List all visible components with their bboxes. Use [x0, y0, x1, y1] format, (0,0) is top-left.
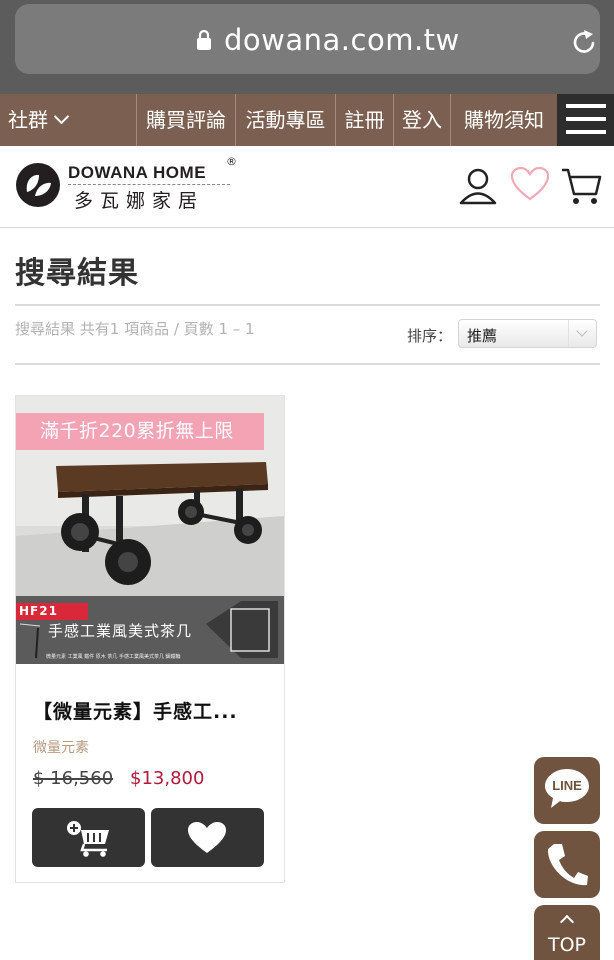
line-label: LINE: [552, 778, 582, 793]
product-code-badge: HF21: [16, 603, 88, 620]
sort-selected-value: 推薦: [467, 327, 498, 345]
top-label: TOP: [547, 934, 587, 956]
add-to-cart-icon: [67, 821, 109, 857]
reload-icon[interactable]: [571, 28, 597, 56]
chevron-down-icon: [568, 320, 596, 347]
sort-label: 排序：: [407, 327, 453, 345]
nav-item-events[interactable]: 活動專區: [235, 94, 335, 146]
price-original: $ 16,560: [33, 768, 114, 789]
logo-divider: [68, 184, 230, 185]
account-icon[interactable]: [458, 166, 498, 206]
sort-select[interactable]: 推薦: [458, 319, 597, 348]
nav-item-register[interactable]: 註冊: [335, 94, 393, 146]
phone-button[interactable]: [534, 831, 600, 898]
wishlist-heart-icon[interactable]: [510, 166, 550, 202]
divider: [15, 363, 600, 365]
chevron-down-icon: [53, 108, 70, 125]
hamburger-menu-icon[interactable]: [557, 94, 614, 146]
product-brand[interactable]: 微量元素: [33, 737, 89, 757]
address-bar[interactable]: dowana.com.tw: [15, 4, 600, 74]
add-to-cart-button[interactable]: [32, 808, 145, 867]
logo-leaf-icon[interactable]: [15, 162, 61, 208]
price-sale: $13,800: [130, 768, 205, 789]
nav-item-shopping-guide[interactable]: 購物須知: [450, 94, 557, 146]
image-caption: 手感工業風美式茶几: [48, 622, 193, 640]
product-image[interactable]: 滿千折220累折無上限 HF21 手感工業風美式茶几 微量元素 工業風 鐵件 原…: [16, 396, 284, 664]
site-header: DOWANA HOME ® 多瓦娜家居: [0, 146, 614, 228]
logo-text-en[interactable]: DOWANA HOME: [68, 163, 206, 183]
nav-social-label: 社群: [8, 108, 48, 132]
heart-icon: [188, 822, 226, 853]
nav-item-reviews[interactable]: 購買評論: [136, 94, 235, 146]
page-title: 搜尋結果: [15, 256, 139, 291]
results-info: 搜尋結果 共有1 項商品 / 頁數 1 – 1: [15, 320, 255, 338]
lock-icon: [197, 29, 211, 50]
cart-icon[interactable]: [560, 166, 602, 206]
line-button[interactable]: LINE: [534, 757, 600, 824]
logo-text-zh[interactable]: 多瓦娜家居: [74, 186, 204, 213]
wishlist-button[interactable]: [151, 808, 264, 867]
phone-icon: [547, 844, 588, 886]
product-card[interactable]: 滿千折220累折無上限 HF21 手感工業風美式茶几 微量元素 工業風 鐵件 原…: [15, 395, 285, 883]
browser-toolbar: dowana.com.tw: [0, 0, 614, 94]
url-text: dowana.com.tw: [224, 23, 460, 57]
nav-item-login[interactable]: 登入: [393, 94, 450, 146]
promo-banner: 滿千折220累折無上限: [16, 413, 264, 450]
logo-registered-mark: ®: [226, 155, 237, 168]
top-nav: 社群 購買評論 活動專區 註冊 登入 購物須知: [0, 94, 614, 146]
mobile-page: dowana.com.tw 社群 購買評論 活動專區 註冊 登入 購物須知 DO…: [0, 0, 614, 960]
image-fine-print: 微量元素 工業風 鐵件 原木 茶几 手感工業風美式茶几 鑄鐵輪: [46, 654, 181, 660]
chevron-up-icon: [559, 914, 575, 930]
divider: [15, 304, 600, 306]
product-name[interactable]: 【微量元素】手感工...: [33, 697, 238, 724]
nav-social-dropdown[interactable]: 社群: [0, 94, 136, 146]
back-to-top-button[interactable]: TOP: [534, 905, 600, 960]
